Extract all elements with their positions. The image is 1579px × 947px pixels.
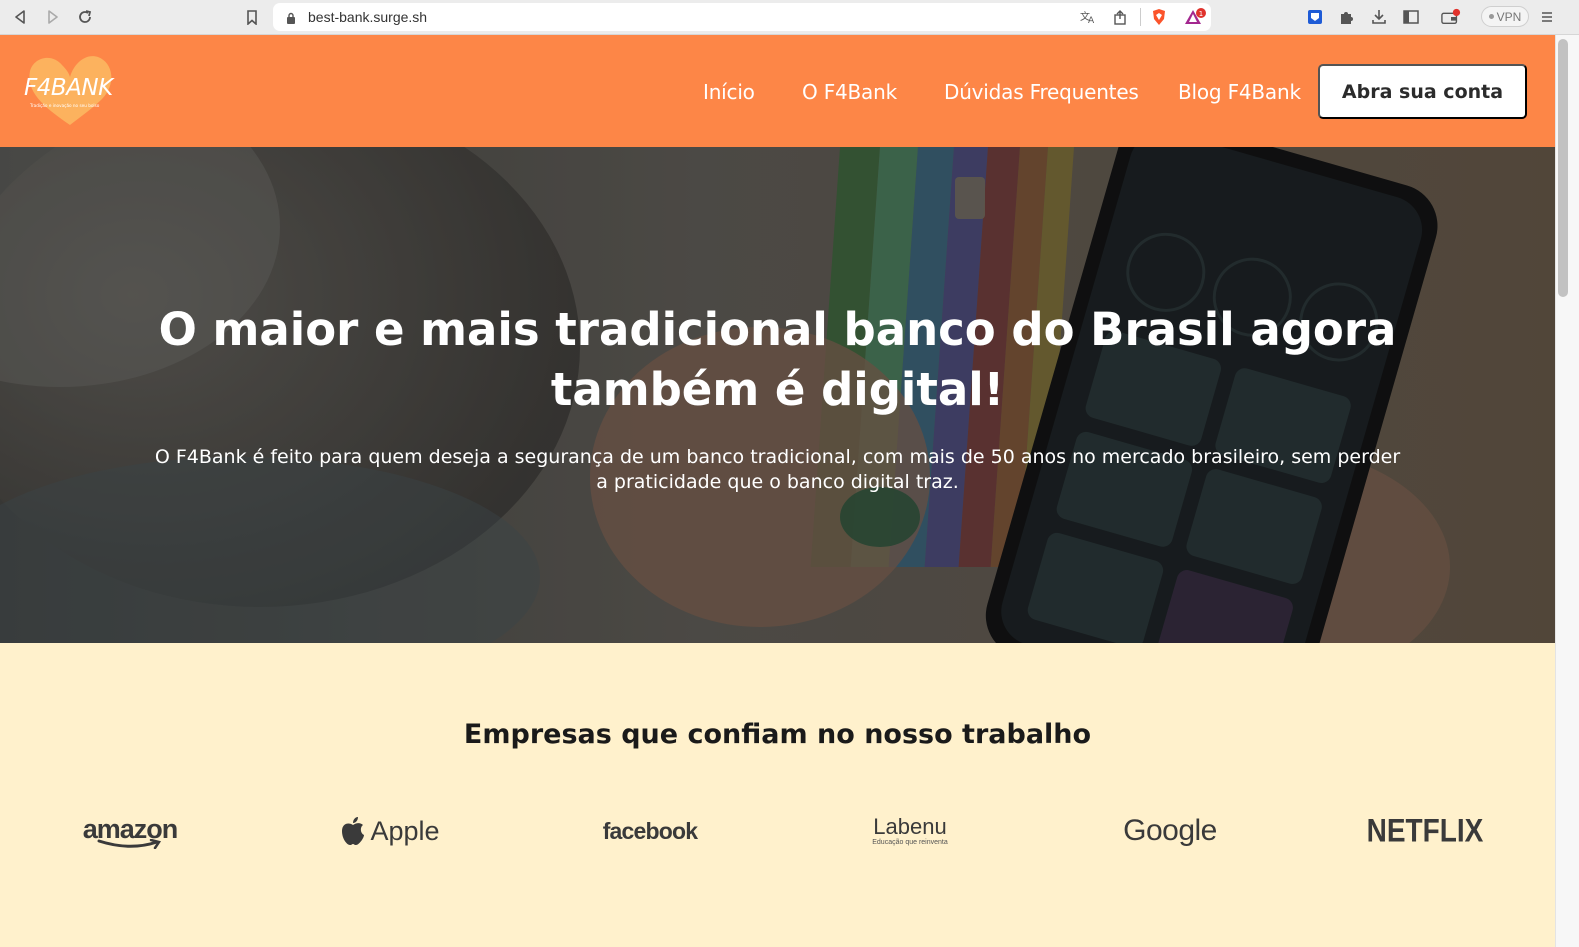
netflix-wordmark: NETFLIX [1366,812,1484,849]
hero-description: O F4Bank é feito para quem deseja a segu… [154,446,1401,493]
page-scrollbar-thumb[interactable] [1558,39,1568,297]
google-wordmark: Google [1123,814,1217,847]
facebook-logo: facebook [590,808,710,854]
apple-wordmark: Apple [370,815,440,846]
toolbar-divider [1140,8,1141,26]
apple-icon [342,817,365,845]
labenu-tagline: Educação que reinventa [872,839,948,846]
google-logo: Google [1110,808,1230,854]
back-icon[interactable] [9,7,31,27]
share-icon[interactable] [1111,9,1129,25]
translate-icon[interactable]: 文A [1079,9,1097,25]
url-text: best-bank.surge.sh [308,9,428,25]
facebook-wordmark: facebook [602,817,698,844]
apple-logo: Apple [330,808,450,854]
browser-toolbar: best-bank.surge.sh 文A 1 VPN [0,0,1579,35]
hero-title: O maior e mais tradicional banco do Bras… [158,303,1397,416]
bookmark-icon[interactable] [241,7,263,27]
labenu-logo: Labenu Educação que reinventa [850,808,970,854]
wallet-icon[interactable] [1441,7,1461,27]
download-icon[interactable] [1369,7,1389,27]
reload-icon[interactable] [74,7,96,27]
brave-shield-icon[interactable] [1150,9,1168,25]
alert-badge: 1 [1199,10,1203,18]
open-account-button[interactable]: Abra sua conta [1318,64,1527,119]
hero-section: O maior e mais tradicional banco do Bras… [0,147,1555,643]
netflix-logo: NETFLIX [1365,805,1485,858]
vpn-status-dot [1488,14,1494,19]
forward-icon[interactable] [42,7,64,27]
f4bank-logo[interactable]: F4BANK Tradição e inovação no seu bolso [22,51,122,131]
password-manager-icon[interactable] [1305,7,1325,27]
svg-text:A: A [1088,16,1095,24]
vpn-button[interactable]: VPN [1481,6,1529,27]
nav-link-blog[interactable]: Blog F4Bank [1178,80,1301,104]
labenu-wordmark: Labenu [873,814,947,839]
vpn-label: VPN [1496,9,1522,24]
partners-title: Empresas que confiam no nosso trabalho [463,719,1092,750]
svg-text:Tradição e inovação no seu bol: Tradição e inovação no seu bolso [29,103,100,108]
amazon-smile-icon [97,838,162,849]
partners-section: Empresas que confiam no nosso trabalho a… [0,643,1555,947]
svg-text:F4BANK: F4BANK [24,75,115,101]
nav-link-o-f4bank[interactable]: O F4Bank [802,80,897,104]
brave-rewards-icon[interactable]: 1 [1183,8,1207,25]
sidebar-icon[interactable] [1401,7,1421,27]
lock-icon [286,11,296,24]
address-bar[interactable]: best-bank.surge.sh 文A 1 [273,3,1211,31]
nav-link-inicio[interactable]: Início [703,80,755,104]
nav-link-duvidas-frequentes[interactable]: Dúvidas Frequentes [944,80,1139,104]
extensions-icon[interactable] [1337,7,1357,27]
menu-icon[interactable] [1537,7,1557,27]
site-header: F4BANK Tradição e inovação no seu bolso … [0,35,1555,147]
amazon-logo: amazon [70,808,190,854]
